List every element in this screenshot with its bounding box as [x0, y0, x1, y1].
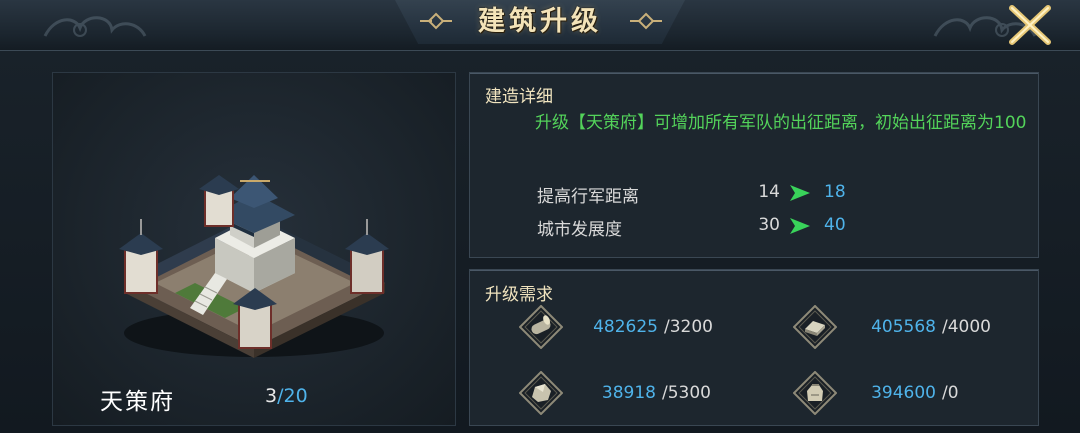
building-preview-panel: [52, 72, 456, 426]
resource-need: /4000: [942, 317, 991, 337]
level-current: 3: [265, 385, 278, 407]
palace-building-icon: [119, 175, 389, 358]
details-heading: 建造详细: [485, 87, 553, 107]
resource-have: 38918: [601, 383, 656, 403]
stat-label: 城市发展度: [537, 220, 622, 240]
diamond-ornament-icon: [630, 12, 662, 30]
iron-ingot-icon: [793, 305, 837, 349]
stat-label: 提高行军距离: [537, 187, 639, 207]
resource-have: 482625: [593, 317, 658, 337]
upgrade-window: 建筑升级 天策府 3/20 建造详细 升级【天策府】可增加所有军队的出征距离，初…: [0, 0, 1080, 433]
arrow-right-icon: [790, 218, 810, 234]
resource-need: /3200: [664, 317, 713, 337]
cloud-ornament-icon: [43, 16, 147, 37]
building-name: 天策府: [100, 389, 175, 415]
level-max: /20: [277, 385, 308, 407]
stone-ore-icon: [519, 371, 563, 415]
upgrade-description: 升级【天策府】可增加所有军队的出征距离，初始出征距离为100: [535, 113, 1027, 133]
resource-need: /5300: [662, 383, 711, 403]
wood-log-icon: [519, 305, 563, 349]
resource-need: /0: [942, 383, 959, 403]
grain-sack-icon: [793, 371, 837, 415]
close-icon[interactable]: [1000, 0, 1060, 48]
stat-from-value: 14: [758, 182, 780, 202]
arrow-right-icon: [790, 185, 810, 201]
resource-have: 394600: [871, 383, 936, 403]
building-level: 3/20: [265, 385, 308, 407]
requirements-heading: 升级需求: [485, 285, 553, 305]
stat-from-value: 30: [758, 215, 780, 235]
stat-to-value: 40: [824, 215, 846, 235]
stat-to-value: 18: [824, 182, 846, 202]
resource-have: 405568: [871, 317, 936, 337]
